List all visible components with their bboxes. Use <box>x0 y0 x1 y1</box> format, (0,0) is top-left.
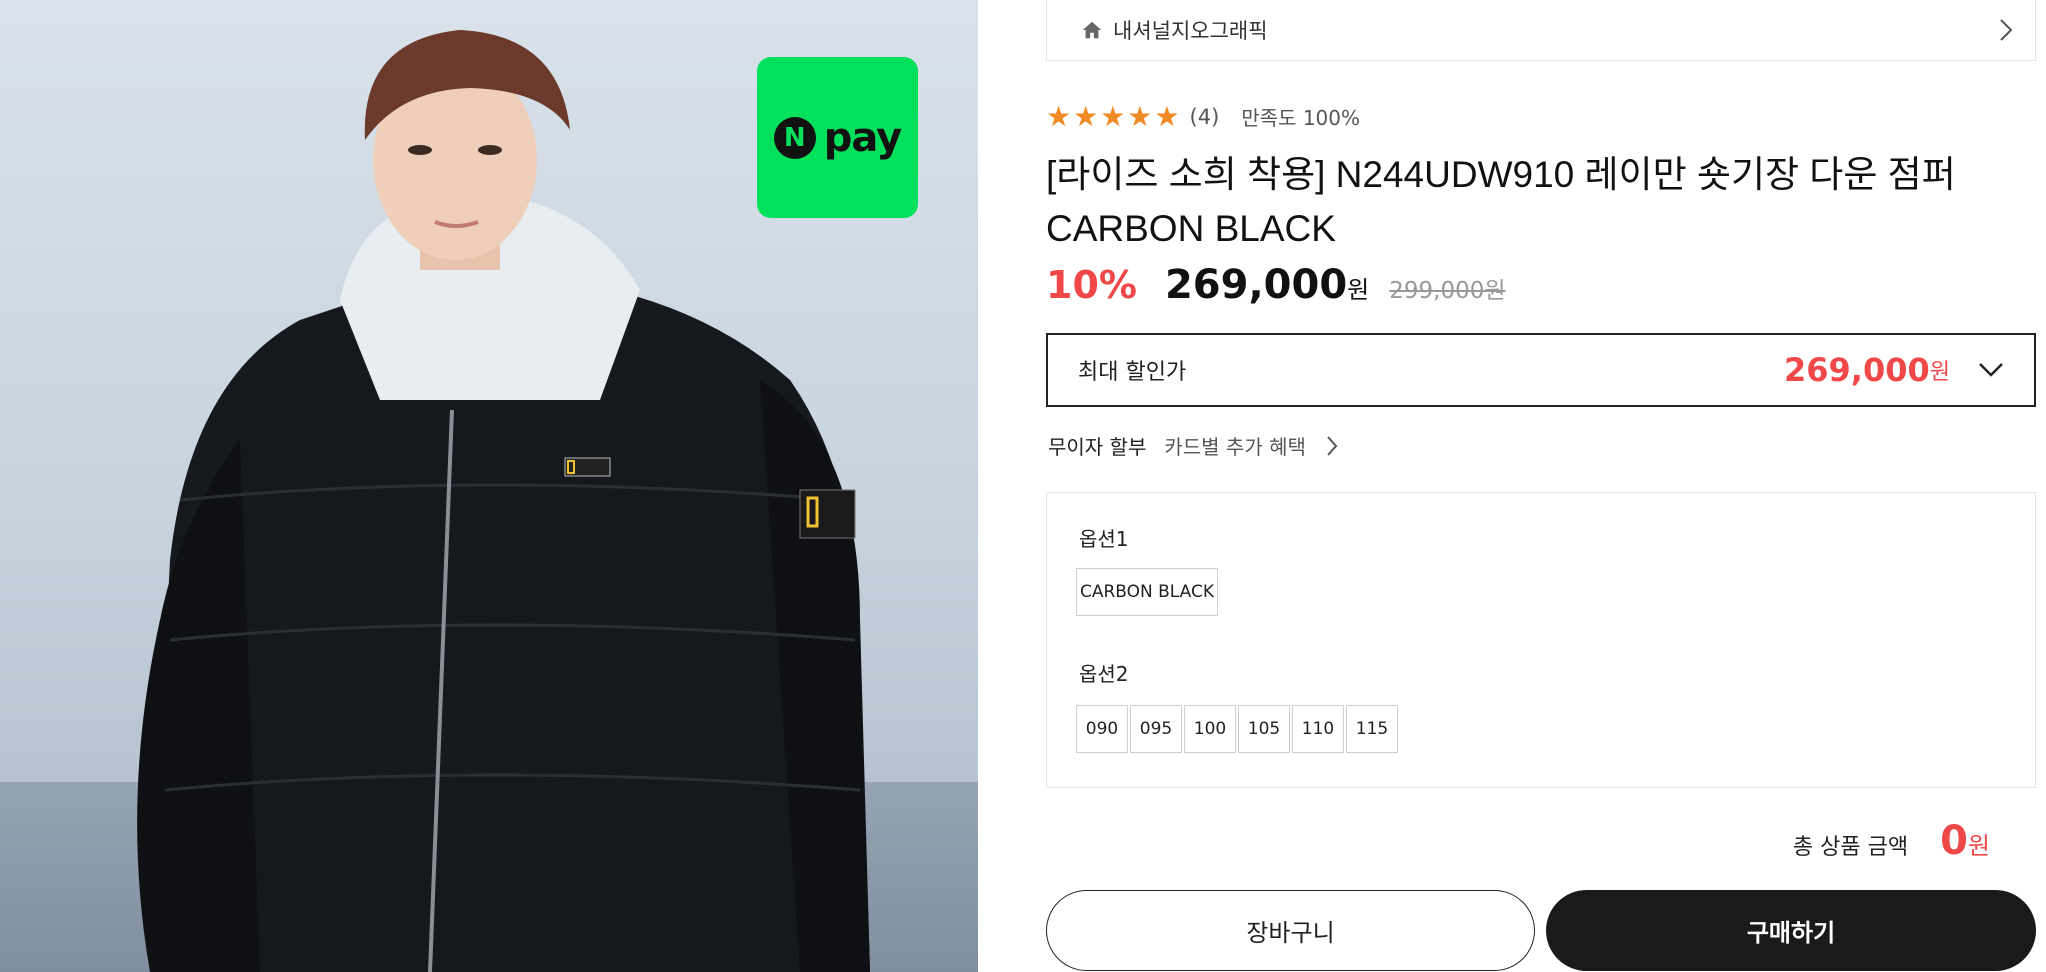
size-option[interactable]: 115 <box>1346 705 1398 753</box>
size-option[interactable]: 090 <box>1076 705 1128 753</box>
npay-badge[interactable]: N pay <box>757 57 918 218</box>
option2-label: 옵션2 <box>1079 662 1129 686</box>
options-panel: 옵션1 CARBON BLACK 옵션2 090 095 100 105 110… <box>1046 492 2036 788</box>
product-title: [라이즈 소희 착용] N244UDW910 레이만 숏기장 다운 점퍼 CAR… <box>1046 154 1956 249</box>
npay-label: pay <box>823 114 902 161</box>
total-price: 총 상품 금액 0 원 <box>1793 818 1990 864</box>
max-discount-dropdown[interactable]: 최대 할인가 269,000 원 <box>1046 333 2036 407</box>
chevron-right-icon <box>1327 435 1338 456</box>
total-amount: 0 <box>1940 818 1968 864</box>
home-icon <box>1082 21 1102 39</box>
chevron-down-icon <box>1979 363 2003 377</box>
price-row: 10% 269,000 원 299,000원 <box>1046 262 1506 308</box>
size-option[interactable]: 100 <box>1184 705 1236 753</box>
discount-rate: 10% <box>1046 263 1137 307</box>
size-option[interactable]: 110 <box>1292 705 1344 753</box>
rating-stars: ★★★★★ <box>1046 100 1182 133</box>
sale-price: 269,000 <box>1164 262 1348 308</box>
review-count[interactable]: (4) <box>1190 105 1220 129</box>
card-benefit-label: 카드별 추가 혜택 <box>1164 435 1306 459</box>
add-to-cart-button[interactable]: 장바구니 <box>1046 890 1535 971</box>
size-option[interactable]: 095 <box>1130 705 1182 753</box>
max-discount-price: 269,000 <box>1784 351 1930 389</box>
chevron-right-icon <box>2000 19 2013 41</box>
total-unit: 원 <box>1967 832 1990 860</box>
product-image[interactable]: N pay <box>0 0 978 972</box>
brand-name: 내셔널지오그래픽 <box>1113 19 1268 43</box>
max-discount-label: 최대 할인가 <box>1078 360 1187 385</box>
installment-label: 무이자 할부 <box>1048 435 1147 459</box>
card-benefit-link[interactable]: 무이자 할부 카드별 추가 혜택 <box>1048 431 1338 460</box>
satisfaction-rate: 만족도 100% <box>1241 106 1361 130</box>
original-price: 299,000원 <box>1389 278 1506 304</box>
option1-label: 옵션1 <box>1079 527 1129 551</box>
option1-carbon-black[interactable]: CARBON BLACK <box>1076 568 1218 616</box>
rating-row: ★★★★★ (4) 만족도 100% <box>1046 100 1360 133</box>
brand-bar[interactable]: 내셔널지오그래픽 <box>1046 0 2036 61</box>
max-discount-unit: 원 <box>1929 360 1950 385</box>
total-label: 총 상품 금액 <box>1792 835 1909 860</box>
npay-n-mark: N <box>773 116 816 159</box>
buy-now-button[interactable]: 구매하기 <box>1546 890 2036 971</box>
sale-price-unit: 원 <box>1347 276 1370 304</box>
size-option[interactable]: 105 <box>1238 705 1290 753</box>
